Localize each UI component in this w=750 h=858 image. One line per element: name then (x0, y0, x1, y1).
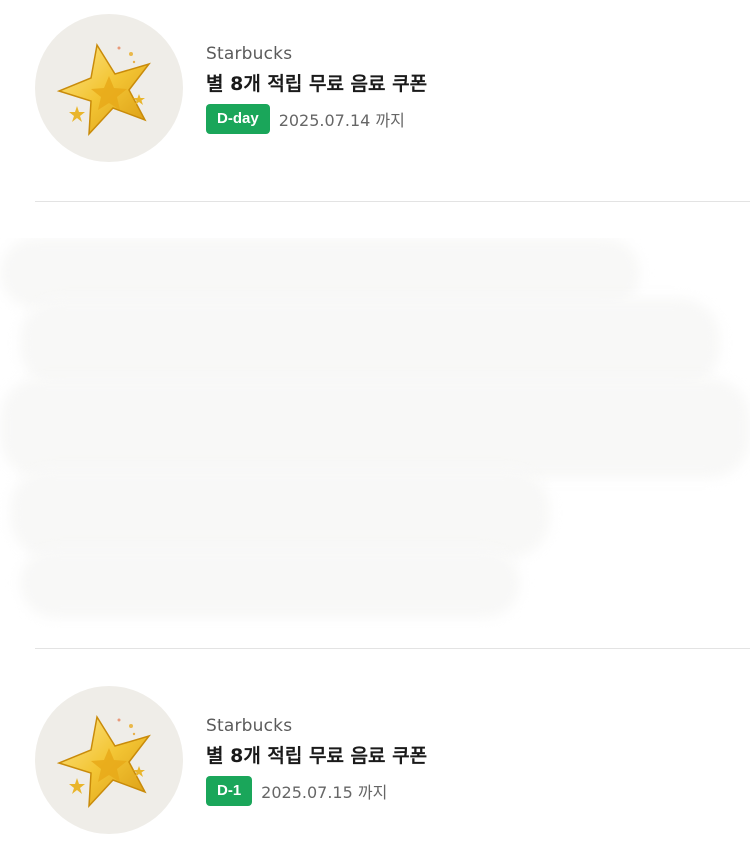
coupon-title: 별 8개 적립 무료 음료 쿠폰 (206, 745, 428, 767)
coupon-info: Starbucks 별 8개 적립 무료 음료 쿠폰 D-1 2025.07.1… (206, 714, 427, 806)
expiry-date: 2025.07.15 까지 (261, 783, 388, 802)
coupon-item[interactable]: Starbucks 별 8개 적립 무료 음료 쿠폰 D-day 2025.07… (0, 12, 750, 172)
coupon-thumbnail (35, 14, 183, 162)
gold-star-icon (56, 42, 152, 137)
coupon-meta: D-1 2025.07.15 까지 (206, 776, 427, 806)
expiry-date: 2025.07.14 까지 (278, 111, 405, 130)
coupon-meta: D-day 2025.07.14 까지 (206, 104, 427, 134)
coupon-title: 별 8개 적립 무료 음료 쿠폰 (206, 73, 428, 95)
coupon-thumbnail (35, 686, 183, 834)
coupon-info: Starbucks 별 8개 적립 무료 음료 쿠폰 D-day 2025.07… (206, 42, 427, 134)
divider (35, 648, 750, 649)
gold-star-icon (56, 714, 152, 809)
d-day-badge: D-day (206, 104, 270, 134)
redacted-area (0, 238, 750, 628)
d-day-badge: D-1 (206, 776, 253, 806)
coupon-brand: Starbucks (206, 716, 293, 736)
coupon-item[interactable]: Starbucks 별 8개 적립 무료 음료 쿠폰 D-1 2025.07.1… (0, 684, 750, 844)
coupon-list-page: Starbucks 별 8개 적립 무료 음료 쿠폰 D-day 2025.07… (0, 0, 750, 858)
divider (35, 201, 750, 202)
coupon-brand: Starbucks (206, 44, 293, 64)
